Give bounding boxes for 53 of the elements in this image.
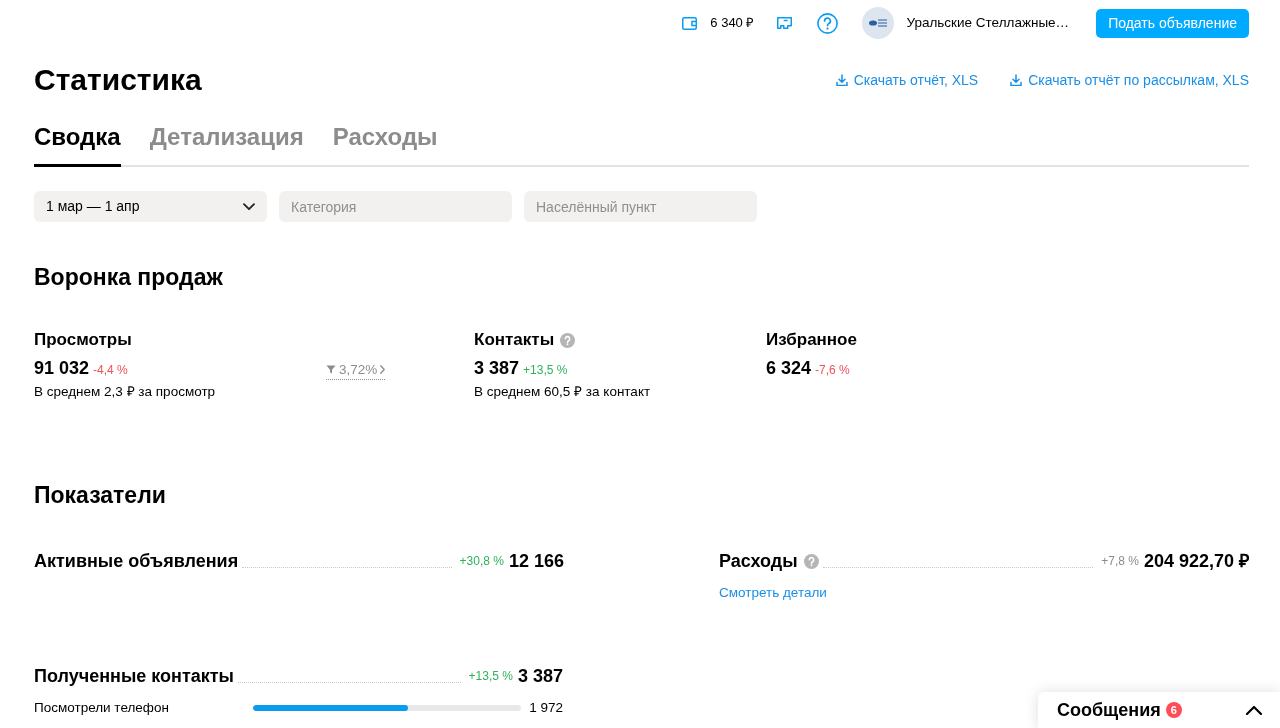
chevron-right-icon [380,365,386,374]
metric-label: Контакты [474,329,555,351]
metric-label: Просмотры [34,329,132,351]
metric-value: 3 387 [474,357,520,379]
download-link[interactable]: Скачать отчёт по рассылкам, XLS [1010,69,1249,91]
download-icon [1010,74,1023,86]
indicator-value: 3 387 [517,665,563,688]
tab[interactable]: Сводка [34,122,121,167]
conversion-link[interactable]: 3,72% [326,361,386,380]
page-title: Статистика [34,62,202,98]
metric-note: В среднем 2,3 ₽ за просмотр [34,383,216,401]
help-icon[interactable] [560,332,576,348]
tab[interactable]: Детализация [149,122,304,167]
help-icon[interactable] [817,12,839,34]
indicator-label: Активные объявления [34,550,239,573]
chevron-down-icon [243,202,255,211]
company-name[interactable]: Уральские Стеллажные… [906,12,1070,34]
messages-title: Сообщения [1057,698,1161,722]
wallet-icon[interactable] [682,16,698,30]
metric-label: Избранное [766,329,857,351]
row-value: 1 972 [529,699,563,717]
indicator-label: Расходы [719,550,798,573]
funnel-icon [326,365,336,374]
change-percent: -7,6 % [815,362,850,379]
help-icon[interactable] [803,553,819,569]
indicator-value: 204 922,70 ₽ [1143,550,1249,573]
chevron-up-icon[interactable] [1246,705,1262,715]
section-title: Воронка продаж [34,263,223,291]
download-link[interactable]: Скачать отчёт, XLS [835,69,979,91]
section-title: Показатели [34,481,166,509]
change-percent: +13,5 % [523,362,568,379]
details-link[interactable]: Смотреть детали [719,584,827,602]
panel-icon[interactable] [777,17,793,29]
change-percent: +7,8 % [1101,553,1139,570]
unread-count: 6 [1165,702,1182,718]
change-percent: +13,5 % [468,668,513,685]
company-logo-icon[interactable] [862,7,895,39]
period-select[interactable]: 1 мар — 1 апр [34,191,267,222]
tab[interactable]: Расходы [332,122,438,167]
messages-panel[interactable]: Сообщения 6 [1038,692,1280,728]
row-label: Посмотрели телефон [34,699,170,717]
indicator-label: Полученные контакты [34,665,234,688]
metric-value: 6 324 [766,357,812,379]
change-percent: +30,8 % [459,553,504,570]
metric-note: В среднем 60,5 ₽ за контакт [474,383,651,401]
post-ad-button[interactable]: Подать объявление [1096,8,1249,38]
change-percent: -4,4 % [93,362,128,379]
filter-field[interactable]: Категория [279,191,512,222]
indicator-value: 12 166 [508,550,564,573]
metric-value: 91 032 [34,357,90,379]
filter-field[interactable]: Населённый пункт [524,191,757,222]
download-icon [835,74,848,86]
balance-amount[interactable]: 6 340 ₽ [710,13,755,33]
